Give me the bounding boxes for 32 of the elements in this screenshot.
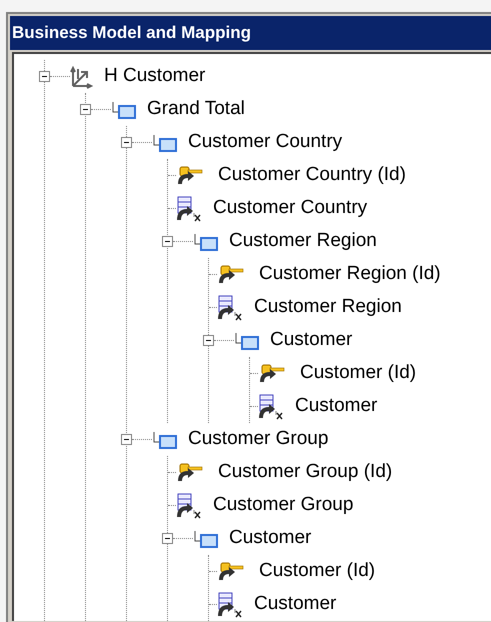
tree-item-label[interactable]: Customer Region (Id) [259,260,441,289]
collapse-toggle[interactable] [121,434,132,445]
tree-item-label[interactable]: Customer [229,524,312,553]
tree-item-label[interactable]: Customer [254,590,336,619]
tree-item-label[interactable]: Customer (Id) [259,557,376,586]
tree-item-label[interactable]: Customer Country (Id) [218,161,406,190]
tree-item-label[interactable]: Customer Region [254,293,402,322]
tree-item-label[interactable]: Customer Group [188,425,328,454]
hierarchy-icon [70,64,94,88]
level-icon [234,330,260,350]
tree-item-label[interactable]: Customer Country [213,194,368,223]
level-icon [111,100,137,120]
panel-title: Business Model and Mapping [10,16,491,50]
tree-item-label[interactable]: Customer Group [213,491,354,520]
collapse-toggle[interactable] [162,533,173,544]
level-icon [193,232,219,252]
collapse-toggle[interactable] [162,236,173,247]
level-icon [152,132,178,152]
tree-item-label[interactable]: Customer Country [188,128,342,157]
tree-item-label[interactable]: Customer [295,392,378,421]
tree-item-label[interactable]: H Customer [104,62,206,91]
tree-item-label[interactable]: Customer Region [229,227,377,256]
tree-item-label[interactable]: Customer (Id) [300,359,416,388]
collapse-toggle[interactable] [203,335,214,346]
tree-item-label[interactable]: Grand Total [147,95,245,124]
tree-item-label[interactable]: Customer [270,326,352,355]
level-icon [152,430,178,450]
collapse-toggle[interactable] [121,137,132,148]
level-icon [193,528,219,548]
tree-item-label[interactable]: Customer Group (Id) [218,458,392,487]
collapse-toggle[interactable] [80,104,91,115]
collapse-toggle[interactable] [39,71,50,82]
